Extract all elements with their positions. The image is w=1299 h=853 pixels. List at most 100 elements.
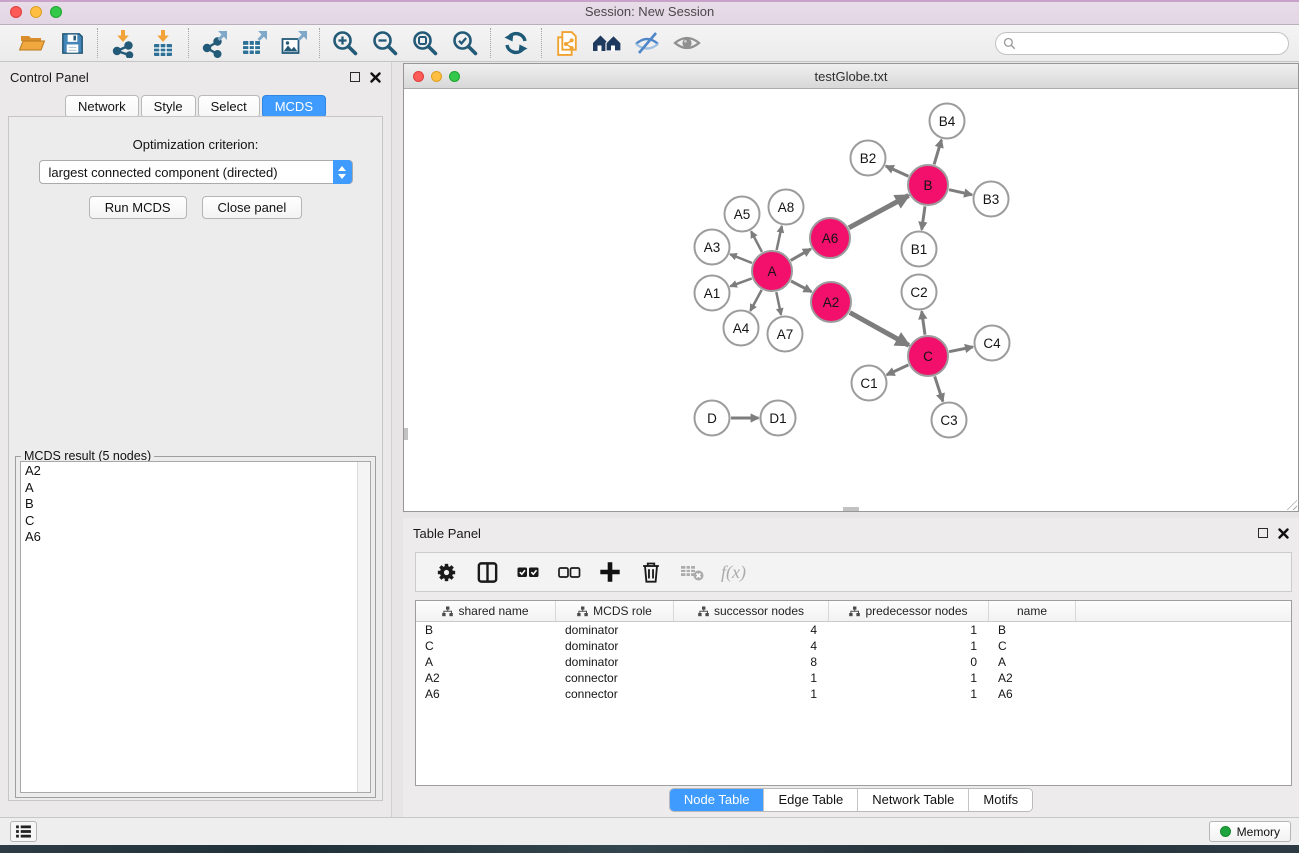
zoom-out-icon[interactable] [365, 27, 405, 59]
column-header-predecessor-nodes[interactable]: predecessor nodes [829, 601, 989, 621]
graph-edge-C-C2[interactable] [922, 311, 925, 334]
graph-edge-A-A6[interactable] [791, 249, 811, 261]
tab-motifs[interactable]: Motifs [969, 789, 1032, 811]
table-row[interactable]: A2connector11A2 [416, 670, 1291, 686]
table-settings-gear-icon[interactable] [432, 558, 460, 586]
table-row[interactable]: Adominator80A [416, 654, 1291, 670]
graph-edge-A-A5[interactable] [751, 231, 762, 252]
hide-graphics-details-icon[interactable] [627, 27, 667, 59]
table-row[interactable]: Bdominator41B [416, 622, 1291, 638]
tab-node-table[interactable]: Node Table [670, 789, 765, 811]
search-field[interactable] [995, 32, 1289, 55]
memory-button[interactable]: Memory [1209, 821, 1291, 842]
graph-node-B2[interactable]: B2 [851, 141, 886, 176]
graph-edge-A6-B[interactable] [849, 196, 909, 228]
table-cell[interactable]: 1 [829, 622, 989, 638]
table-cell[interactable]: A [989, 654, 1076, 670]
new-network-from-selection-icon[interactable] [547, 27, 587, 59]
zoom-in-icon[interactable] [325, 27, 365, 59]
graph-node-A5[interactable]: A5 [725, 197, 760, 232]
graph-edge-A-A1[interactable] [730, 278, 752, 286]
export-table-icon[interactable] [234, 27, 274, 59]
open-session-icon[interactable] [12, 27, 52, 59]
table-row[interactable]: Cdominator41C [416, 638, 1291, 654]
graph-node-C1[interactable]: C1 [852, 366, 887, 401]
graph-node-A8[interactable]: A8 [769, 190, 804, 225]
graph-edge-C-C4[interactable] [949, 347, 973, 352]
function-builder-icon[interactable]: f(x) [721, 562, 746, 583]
close-panel-icon[interactable] [370, 72, 381, 83]
graph-node-A3[interactable]: A3 [695, 230, 730, 265]
graph-node-B[interactable]: B [908, 165, 948, 205]
table-cell[interactable]: dominator [556, 654, 674, 670]
graph-edge-B-B2[interactable] [886, 166, 909, 176]
tab-edge-table[interactable]: Edge Table [764, 789, 858, 811]
vertical-scrollbar-thumb[interactable] [404, 428, 408, 440]
graph-edge-A-A8[interactable] [777, 226, 782, 250]
table-cell[interactable]: A2 [989, 670, 1076, 686]
zoom-selected-icon[interactable] [445, 27, 485, 59]
graph-node-B4[interactable]: B4 [930, 104, 965, 139]
refresh-icon[interactable] [496, 27, 536, 59]
mcds-result-item[interactable]: A2 [21, 463, 356, 480]
horizontal-scrollbar-thumb[interactable] [843, 507, 859, 511]
table-cell[interactable]: C [989, 638, 1076, 654]
result-list-scrollbar[interactable] [357, 462, 370, 792]
graph-node-C[interactable]: C [908, 336, 948, 376]
network-canvas[interactable]: AA6A2BCA1A3A4A5A7A8B1B2B3B4C1C2C3C4DD1 [404, 89, 1298, 511]
graph-node-A7[interactable]: A7 [768, 317, 803, 352]
mcds-result-item[interactable]: A6 [21, 529, 356, 546]
criterion-dropdown[interactable]: largest connected component (directed) [39, 160, 353, 184]
float-panel-icon[interactable] [350, 72, 360, 82]
table-cell[interactable]: connector [556, 670, 674, 686]
graph-node-C4[interactable]: C4 [975, 326, 1010, 361]
save-session-icon[interactable] [52, 27, 92, 59]
graph-node-B3[interactable]: B3 [974, 182, 1009, 217]
table-cell[interactable]: 8 [674, 654, 829, 670]
table-cell[interactable]: 1 [829, 686, 989, 702]
table-cell[interactable]: C [416, 638, 556, 654]
graph-edge-A-A7[interactable] [776, 292, 781, 315]
graph-node-D1[interactable]: D1 [761, 401, 796, 436]
task-history-list-icon[interactable] [10, 821, 37, 842]
graph-edge-A-A4[interactable] [750, 290, 761, 311]
table-cell[interactable]: dominator [556, 638, 674, 654]
mcds-result-item[interactable]: A [21, 480, 356, 497]
table-cell[interactable]: 1 [829, 638, 989, 654]
zoom-fit-icon[interactable] [405, 27, 445, 59]
delete-column-trash-icon[interactable] [637, 558, 665, 586]
run-mcds-button[interactable]: Run MCDS [89, 196, 187, 219]
tab-select[interactable]: Select [198, 95, 260, 118]
table-cell[interactable]: 4 [674, 638, 829, 654]
table-cell[interactable]: 4 [674, 622, 829, 638]
column-header-successor-nodes[interactable]: successor nodes [674, 601, 829, 621]
table-cell[interactable]: A [416, 654, 556, 670]
select-all-icon[interactable] [514, 558, 542, 586]
graph-node-B1[interactable]: B1 [902, 232, 937, 267]
graph-edge-A2-C[interactable] [850, 313, 909, 346]
tab-mcds[interactable]: MCDS [262, 95, 326, 118]
tab-network[interactable]: Network [65, 95, 139, 118]
graph-edge-B-B3[interactable] [949, 190, 972, 195]
graph-node-D[interactable]: D [695, 401, 730, 436]
table-row[interactable]: A6connector11A6 [416, 686, 1291, 702]
graph-node-A4[interactable]: A4 [724, 311, 759, 346]
delete-table-icon[interactable] [678, 558, 706, 586]
graph-node-A[interactable]: A [752, 251, 792, 291]
export-network-icon[interactable] [194, 27, 234, 59]
mcds-result-item[interactable]: B [21, 496, 356, 513]
table-cell[interactable]: dominator [556, 622, 674, 638]
table-cell[interactable]: 1 [674, 670, 829, 686]
graph-node-A1[interactable]: A1 [695, 276, 730, 311]
table-cell[interactable]: A6 [989, 686, 1076, 702]
import-table-icon[interactable] [143, 27, 183, 59]
graph-node-A2[interactable]: A2 [811, 282, 851, 322]
table-cell[interactable]: 1 [674, 686, 829, 702]
graph-node-C2[interactable]: C2 [902, 275, 937, 310]
column-header-name[interactable]: name [989, 601, 1076, 621]
table-cell[interactable]: 1 [829, 670, 989, 686]
close-panel-button[interactable]: Close panel [202, 196, 303, 219]
graph-edge-A-A3[interactable] [730, 254, 752, 263]
table-cell[interactable]: 0 [829, 654, 989, 670]
table-cell[interactable]: A6 [416, 686, 556, 702]
